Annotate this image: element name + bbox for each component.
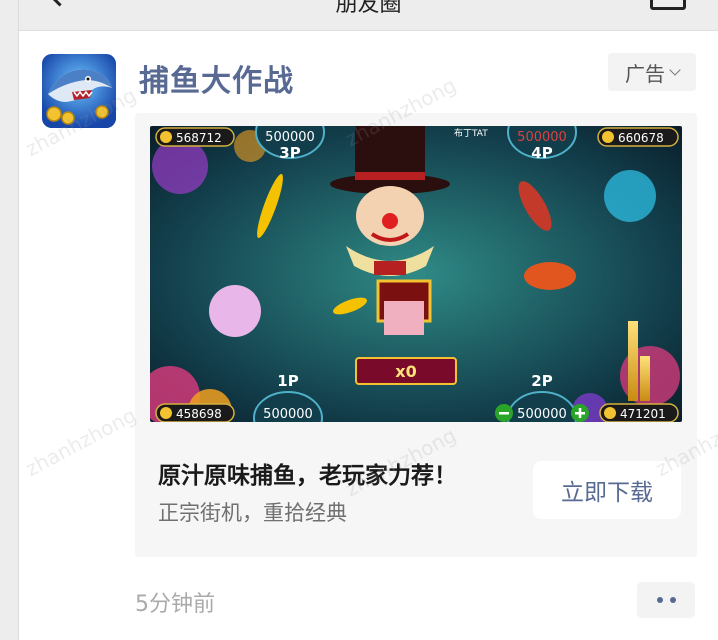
dot-icon bbox=[656, 597, 663, 603]
app-name-link[interactable]: 捕鱼大作战 bbox=[139, 56, 294, 100]
shark-logo-icon bbox=[42, 54, 116, 128]
dot-icon bbox=[669, 597, 676, 603]
p4-label: 4P bbox=[531, 144, 552, 162]
multiplier-label: x0 bbox=[395, 362, 416, 381]
ad-label-button[interactable]: 广告 bbox=[608, 53, 696, 91]
top-navigation-bar: 朋友圈 bbox=[19, 0, 718, 31]
ad-label-text: 广告 bbox=[625, 61, 665, 86]
ad-banner-image[interactable]: x0 568712 660678 500000 3P 500000 4P 布丁T… bbox=[150, 126, 682, 422]
app-avatar[interactable] bbox=[42, 54, 116, 128]
page-title: 朋友圈 bbox=[335, 0, 402, 17]
fishing-game-banner: x0 568712 660678 500000 3P 500000 4P 布丁T… bbox=[150, 126, 682, 422]
player-tag: 布丁TAT bbox=[454, 127, 488, 139]
p4-score: 500000 bbox=[517, 130, 567, 145]
coins-bottom-right: 471201 bbox=[620, 407, 666, 421]
ad-subline: 正宗街机，重拾经典 bbox=[158, 501, 347, 525]
p3-score: 500000 bbox=[265, 130, 315, 145]
p3-label: 3P bbox=[279, 144, 300, 162]
p2-label: 2P bbox=[531, 372, 552, 390]
download-button[interactable]: 立即下载 bbox=[533, 461, 681, 519]
p1-label: 1P bbox=[277, 372, 298, 390]
coins-bottom-left: 458698 bbox=[176, 407, 222, 421]
post-time: 5分钟前 bbox=[135, 592, 215, 617]
left-panel-edge bbox=[0, 0, 19, 640]
camera-icon[interactable] bbox=[650, 0, 686, 10]
p1-score: 500000 bbox=[263, 407, 313, 422]
ad-headline: 原汁原味捕鱼，老玩家力荐！ bbox=[158, 463, 457, 489]
chevron-down-icon bbox=[669, 63, 681, 76]
more-actions-button[interactable] bbox=[637, 582, 695, 618]
coins-top-left: 568712 bbox=[176, 131, 222, 145]
p2-score: 500000 bbox=[517, 407, 567, 422]
watermark: zhanhzhong bbox=[21, 402, 141, 482]
coins-top-right: 660678 bbox=[618, 131, 664, 145]
